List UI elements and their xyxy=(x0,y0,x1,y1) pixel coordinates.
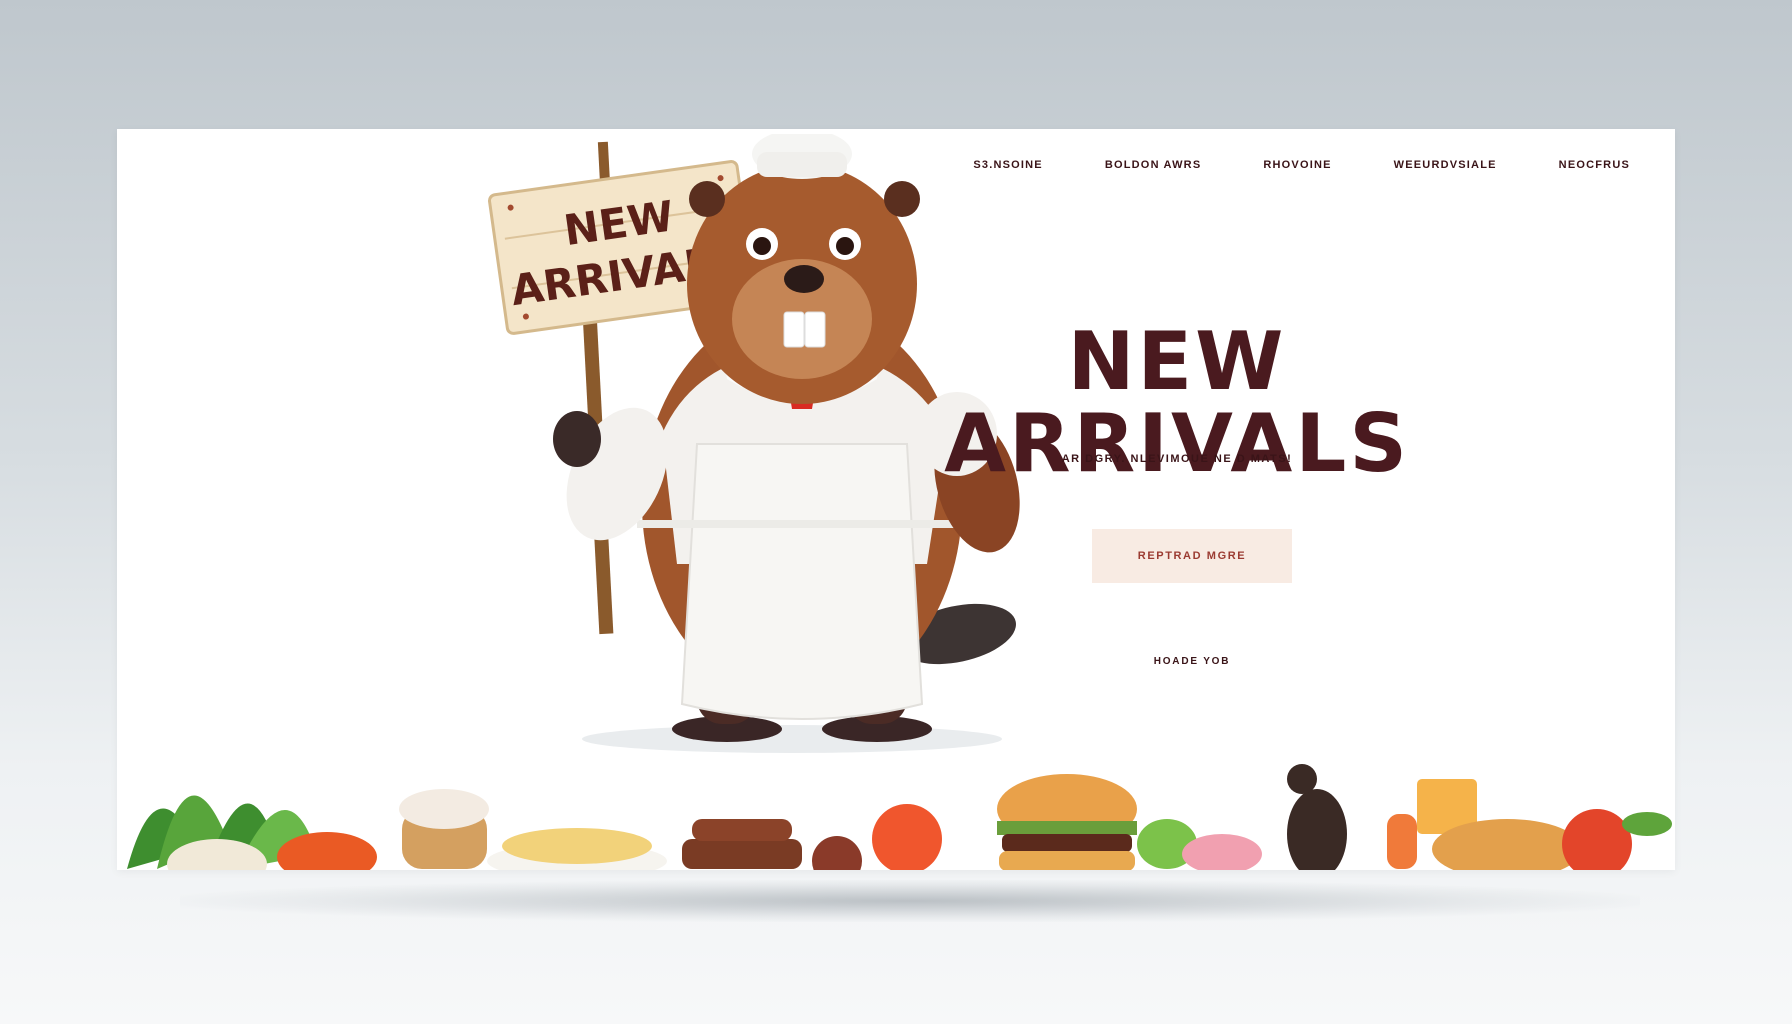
hero-subtitle: AR DGRY. NLEVIMOUE NE D MATS! xyxy=(1061,453,1293,465)
nav-item-4[interactable]: WEEURDVSIALE xyxy=(1394,159,1497,171)
hero-title-line-1: NEW xyxy=(1067,314,1287,408)
card-shadow xyxy=(180,880,1640,922)
nav-item-3[interactable]: RHOVOINE xyxy=(1263,159,1331,171)
hero-title-line-2: ARRIVALS xyxy=(944,396,1410,490)
cta-button[interactable]: REPTRAD MGRE xyxy=(1092,529,1292,583)
nav-item-5[interactable]: NEOCFRUS xyxy=(1559,159,1630,171)
food-strip xyxy=(127,764,1672,870)
hero-card: S3.NSOINE BOLDON AWRS RHOVOINE WEEURDVSI… xyxy=(117,129,1675,870)
